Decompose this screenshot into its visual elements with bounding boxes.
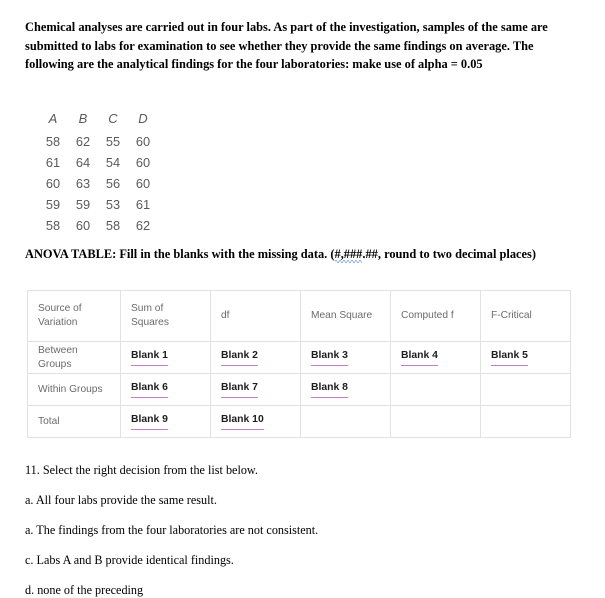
table-row: Within Groups Blank 6 Blank 7 Blank 8 — [27, 373, 571, 406]
blank-field[interactable]: Blank 10 — [221, 414, 264, 430]
blank-cell-computedf-between[interactable]: Blank 4 — [390, 341, 481, 374]
matrix-cell: 62 — [75, 134, 91, 149]
matrix-header-c: C — [108, 111, 118, 126]
empty-cell-computedf-total — [390, 405, 481, 438]
blank-field[interactable]: Blank 3 — [311, 350, 348, 366]
blank-field[interactable]: Blank 2 — [221, 350, 258, 366]
matrix-row: 58 60 58 62 — [40, 215, 160, 236]
matrix-header-b: B — [78, 111, 88, 126]
question-prompt: 11. Select the right decision from the l… — [25, 463, 258, 477]
matrix-cell: 64 — [75, 155, 91, 170]
blank-cell-ss-between[interactable]: Blank 1 — [120, 341, 211, 374]
matrix-row: 60 63 56 60 — [40, 173, 160, 194]
matrix-cell: 53 — [105, 197, 121, 212]
question-block: 11. Select the right decision from the l… — [25, 462, 580, 598]
matrix-header-row: A B C D — [40, 108, 160, 131]
question-option-a2[interactable]: a. The findings from the four laboratori… — [25, 522, 580, 538]
empty-cell-fcritical-total — [480, 405, 571, 438]
anova-instruction-paragraph: ANOVA TABLE: Fill in the blanks with the… — [25, 245, 580, 264]
matrix-cell: 60 — [135, 155, 151, 170]
blank-field[interactable]: Blank 9 — [131, 414, 168, 430]
table-row: Total Blank 9 Blank 10 — [27, 405, 571, 438]
matrix-cell: 58 — [105, 218, 121, 233]
matrix-cell: 58 — [45, 218, 61, 233]
column-header-source-of-variation: Source of Variation — [27, 290, 121, 342]
raw-data-matrix: A B C D 58 62 55 60 61 64 54 60 60 63 56 — [40, 108, 160, 236]
column-header-computed-f: Computed f — [390, 290, 481, 342]
empty-cell-ms-total — [300, 405, 391, 438]
blank-field[interactable]: Blank 6 — [131, 382, 168, 398]
question-option-c[interactable]: c. Labs A and B provide identical findin… — [25, 552, 580, 568]
matrix-cell: 59 — [75, 197, 91, 212]
row-label-total: Total — [27, 405, 121, 438]
matrix-cell: 60 — [45, 176, 61, 191]
column-header-df: df — [210, 290, 301, 342]
matrix-cell: 61 — [135, 197, 151, 212]
row-label-between-groups: Between Groups — [27, 341, 121, 374]
table-row: Between Groups Blank 1 Blank 2 Blank 3 B… — [27, 341, 571, 374]
empty-cell-fcritical-within — [480, 373, 571, 406]
matrix-cell: 60 — [135, 134, 151, 149]
blank-cell-ss-total[interactable]: Blank 9 — [120, 405, 211, 438]
matrix-cell: 54 — [105, 155, 121, 170]
matrix-row: 58 62 55 60 — [40, 131, 160, 152]
blank-field[interactable]: Blank 8 — [311, 382, 348, 398]
column-header-mean-square: Mean Square — [300, 290, 391, 342]
blank-cell-df-total[interactable]: Blank 10 — [210, 405, 301, 438]
anova-instruction-text-before: ANOVA TABLE: Fill in the blanks with the… — [25, 247, 335, 261]
matrix-cell: 60 — [135, 176, 151, 191]
matrix-cell: 61 — [45, 155, 61, 170]
spellcheck-flagged-text: #,### — [334, 247, 363, 261]
matrix-header-a: A — [48, 111, 58, 126]
matrix-cell: 62 — [135, 218, 151, 233]
blank-cell-df-within[interactable]: Blank 7 — [210, 373, 301, 406]
blank-field[interactable]: Blank 5 — [491, 350, 528, 366]
matrix-cell: 56 — [105, 176, 121, 191]
blank-cell-ss-within[interactable]: Blank 6 — [120, 373, 211, 406]
empty-cell-computedf-within — [390, 373, 481, 406]
matrix-row: 61 64 54 60 — [40, 152, 160, 173]
anova-instruction-text-after: .##, round to two decimal places) — [362, 247, 536, 261]
question-option-d[interactable]: d. none of the preceding — [25, 582, 580, 598]
matrix-cell: 58 — [45, 134, 61, 149]
blank-cell-df-between[interactable]: Blank 2 — [210, 341, 301, 374]
blank-field[interactable]: Blank 7 — [221, 382, 258, 398]
question-option-a1[interactable]: a. All four labs provide the same result… — [25, 492, 580, 508]
matrix-cell: 63 — [75, 176, 91, 191]
row-label-within-groups: Within Groups — [27, 373, 121, 406]
anova-table: Source of Variation Sum of Squares df Me… — [27, 290, 571, 438]
document-page: Chemical analyses are carried out in fou… — [0, 0, 605, 597]
blank-field[interactable]: Blank 1 — [131, 350, 168, 366]
matrix-header-d: D — [138, 111, 148, 126]
blank-cell-ms-within[interactable]: Blank 8 — [300, 373, 391, 406]
matrix-cell: 60 — [75, 218, 91, 233]
anova-header-row: Source of Variation Sum of Squares df Me… — [27, 290, 571, 342]
intro-prompt-paragraph: Chemical analyses are carried out in fou… — [25, 20, 548, 72]
blank-cell-fcritical-between[interactable]: Blank 5 — [480, 341, 571, 374]
matrix-row: 59 59 53 61 — [40, 194, 160, 215]
column-header-f-critical: F-Critical — [480, 290, 571, 342]
blank-field[interactable]: Blank 4 — [401, 350, 438, 366]
matrix-cell: 55 — [105, 134, 121, 149]
blank-cell-ms-between[interactable]: Blank 3 — [300, 341, 391, 374]
matrix-cell: 59 — [45, 197, 61, 212]
column-header-sum-of-squares: Sum of Squares — [120, 290, 211, 342]
